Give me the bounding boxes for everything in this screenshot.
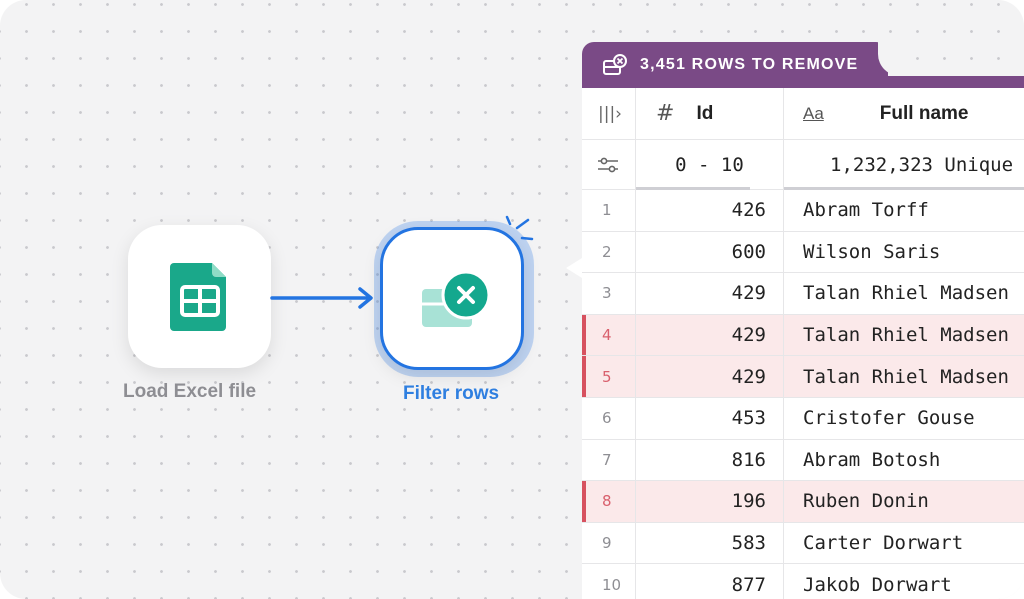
column-picker[interactable]: |||› <box>582 88 636 139</box>
table-row[interactable]: 9 583 Carter Dorwart <box>582 522 1024 565</box>
filter-settings-button[interactable] <box>582 140 636 189</box>
table-row[interactable]: 3 429 Talan Rhiel Madsen <box>582 273 1024 315</box>
text-type-icon: Aa <box>803 103 824 123</box>
row-index: 6 <box>582 398 636 439</box>
sparkle-icon <box>505 215 534 241</box>
sliders-icon <box>598 157 618 172</box>
table-row[interactable]: 10 877 Jakob Dorwart <box>582 564 1024 599</box>
panel-pointer <box>566 258 582 278</box>
row-index: 7 <box>582 439 636 481</box>
row-index: 8 <box>582 481 636 522</box>
filter-remove-icon <box>422 270 491 327</box>
column-header-full-name-label: Full name <box>879 102 969 124</box>
row-index: 5 <box>582 356 636 397</box>
data-preview-panel: 3,451 ROWS TO REMOVE |||› # Id Aa Full n… <box>582 42 1024 599</box>
table-row[interactable]: 8 196 Ruben Donin <box>582 481 1024 523</box>
column-header-id-label: Id <box>696 102 714 124</box>
rows-to-remove-text: 3,451 ROWS TO REMOVE <box>640 56 859 73</box>
id-cell: 196 <box>636 481 784 522</box>
id-cell: 600 <box>636 231 784 273</box>
banner-extension <box>878 42 1024 88</box>
full-name-cell: Abram Botosh <box>803 448 941 471</box>
table-row[interactable]: 6 453 Cristofer Gouse <box>582 398 1024 440</box>
id-cell: 453 <box>636 398 784 439</box>
column-header-id[interactable]: # Id <box>636 88 784 139</box>
workflow-canvas: Load Excel file Filter rows 3,451 ROWS T… <box>0 0 1024 599</box>
connector-arrow <box>270 287 373 309</box>
column-header-full-name[interactable]: Aa Full name <box>784 88 1024 139</box>
columns-icon: |||› <box>598 103 622 124</box>
number-type-icon: # <box>656 101 675 126</box>
full-name-cell: Abram Torff <box>803 199 929 222</box>
full-name-cell: Wilson Saris <box>803 240 941 263</box>
load-excel-node[interactable] <box>128 225 271 368</box>
full-name-cell: Jakob Dorwart <box>803 573 952 596</box>
rows-to-remove-banner: 3,451 ROWS TO REMOVE <box>582 42 888 88</box>
id-range-stat: 0 - 10 <box>636 140 784 189</box>
table-row[interactable]: 2 600 Wilson Saris <box>582 231 1024 274</box>
table-header-row: |||› # Id Aa Full name <box>582 88 1024 140</box>
table-row[interactable]: 1 426 Abram Torff <box>582 190 1024 232</box>
id-cell: 816 <box>636 439 784 481</box>
row-index: 1 <box>582 190 636 231</box>
id-cell: 429 <box>636 314 784 356</box>
load-excel-label: Load Excel file <box>123 381 257 402</box>
name-unique-stat: 1,232,323 Unique <box>830 153 1014 176</box>
table-row[interactable]: 4 429 Talan Rhiel Madsen <box>582 314 1024 357</box>
full-name-cell: Carter Dorwart <box>803 532 964 555</box>
spreadsheet-icon <box>170 263 226 331</box>
row-index: 9 <box>582 522 636 564</box>
full-name-cell: Talan Rhiel Madsen <box>803 365 1009 388</box>
column-stats-row: 0 - 10 1,232,323 Unique <box>582 140 1024 190</box>
row-index: 10 <box>582 564 636 599</box>
table-row[interactable]: 7 816 Abram Botosh <box>582 439 1024 482</box>
data-table: |||› # Id Aa Full name 0 - 10 1,232,323 … <box>582 88 1024 599</box>
id-cell: 877 <box>636 564 784 599</box>
row-index: 3 <box>582 273 636 314</box>
remove-rows-icon <box>603 54 627 75</box>
id-cell: 426 <box>636 190 784 231</box>
row-index: 2 <box>582 231 636 273</box>
filter-rows-label: Filter rows <box>403 383 500 404</box>
full-name-cell: Ruben Donin <box>803 490 929 513</box>
id-cell: 429 <box>636 356 784 397</box>
table-row[interactable]: 5 429 Talan Rhiel Madsen <box>582 356 1024 398</box>
filter-rows-node[interactable] <box>380 227 524 370</box>
id-cell: 429 <box>636 273 784 314</box>
full-name-cell: Talan Rhiel Madsen <box>803 324 1009 347</box>
id-cell: 583 <box>636 522 784 564</box>
row-index: 4 <box>582 314 636 356</box>
full-name-cell: Talan Rhiel Madsen <box>803 282 1009 305</box>
full-name-cell: Cristofer Gouse <box>803 407 975 430</box>
